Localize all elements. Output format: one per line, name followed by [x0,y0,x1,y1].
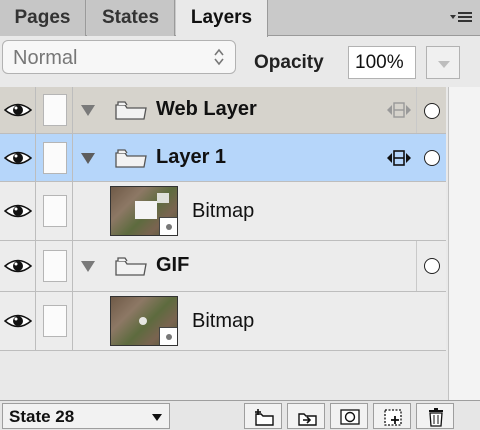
blend-mode-value: Normal [13,47,78,69]
layer-name: Bitmap [192,200,255,222]
opacity-input[interactable]: 100% [348,46,416,79]
column-divider [416,87,417,133]
eye-icon[interactable] [4,149,32,167]
folder-icon [115,257,147,276]
opacity-dropdown-button[interactable] [426,46,460,79]
lock-cell[interactable] [37,241,73,291]
panel-menu-icon[interactable] [448,9,474,27]
triangle-down-icon[interactable] [80,103,96,117]
lock-cell[interactable] [37,292,73,350]
new-sublayer-icon [255,409,274,426]
target-indicator[interactable] [424,258,440,274]
tab-layers[interactable]: Layers [176,0,268,37]
state-value: State 28 [9,407,75,426]
new-layer-button[interactable] [287,403,325,429]
column-divider [416,241,417,291]
layer-row-gif[interactable]: GIF [0,241,446,292]
visibility-cell[interactable] [0,134,36,181]
layer-row-bitmap[interactable]: Bitmap [0,292,446,351]
layer-name: Bitmap [192,310,255,332]
bitmap-thumbnail [110,296,178,346]
visibility-cell[interactable] [0,241,36,291]
eye-icon[interactable] [4,101,32,119]
layer-row-web-layer[interactable]: Web Layer [0,87,446,134]
blend-mode-select[interactable]: Normal [2,40,236,74]
folder-icon [115,101,147,120]
opacity-label: Opacity [254,52,324,73]
new-page-icon [384,409,402,426]
new-layer-icon [298,413,317,426]
folder-icon [115,149,147,168]
eye-icon[interactable] [4,202,32,220]
move-arrows-icon[interactable] [386,101,412,119]
lock-checkbox[interactable] [43,94,67,126]
layer-list: Web Layer Layer 1 Bitmap GIF Bitmap [0,87,446,400]
target-indicator[interactable] [424,150,440,166]
add-mask-button[interactable] [330,403,368,429]
triangle-down-icon[interactable] [80,259,96,273]
lock-checkbox[interactable] [43,195,67,227]
state-select[interactable]: State 28 [2,403,170,429]
select-arrows-icon [214,48,224,66]
layer-name: Web Layer [156,98,257,120]
layer-options-row: Normal Opacity 100% [0,37,480,87]
new-sublayer-button[interactable] [244,403,282,429]
visibility-cell[interactable] [0,182,36,240]
tab-pages[interactable]: Pages [0,0,86,36]
lock-cell[interactable] [37,87,73,133]
chevron-down-icon [438,61,450,68]
lock-cell[interactable] [37,134,73,181]
move-arrows-icon[interactable] [386,149,412,167]
lock-checkbox[interactable] [43,305,67,337]
layer-list-scrollbar[interactable] [448,87,480,400]
layer-name: GIF [156,254,190,276]
layer-name: Layer 1 [156,146,227,168]
trash-icon [429,408,443,427]
tab-states[interactable]: States [87,0,175,36]
delete-layer-button[interactable] [416,403,454,429]
new-duplicate-button[interactable] [373,403,411,429]
bitmap-thumbnail [110,186,178,236]
eye-icon[interactable] [4,257,32,275]
layer-row-layer-1[interactable]: Layer 1 [0,134,446,182]
lock-checkbox[interactable] [43,250,67,282]
lock-cell[interactable] [37,182,73,240]
triangle-down-icon[interactable] [80,151,96,165]
layers-status-bar: State 28 [0,400,480,430]
layer-row-bitmap[interactable]: Bitmap [0,182,446,241]
mask-icon [340,409,360,425]
visibility-cell[interactable] [0,87,36,133]
eye-icon[interactable] [4,312,32,330]
panel-tab-bar: Pages States Layers [0,0,480,37]
lock-checkbox[interactable] [43,142,67,174]
visibility-cell[interactable] [0,292,36,350]
chevron-down-icon [152,414,162,421]
target-indicator[interactable] [424,103,440,119]
